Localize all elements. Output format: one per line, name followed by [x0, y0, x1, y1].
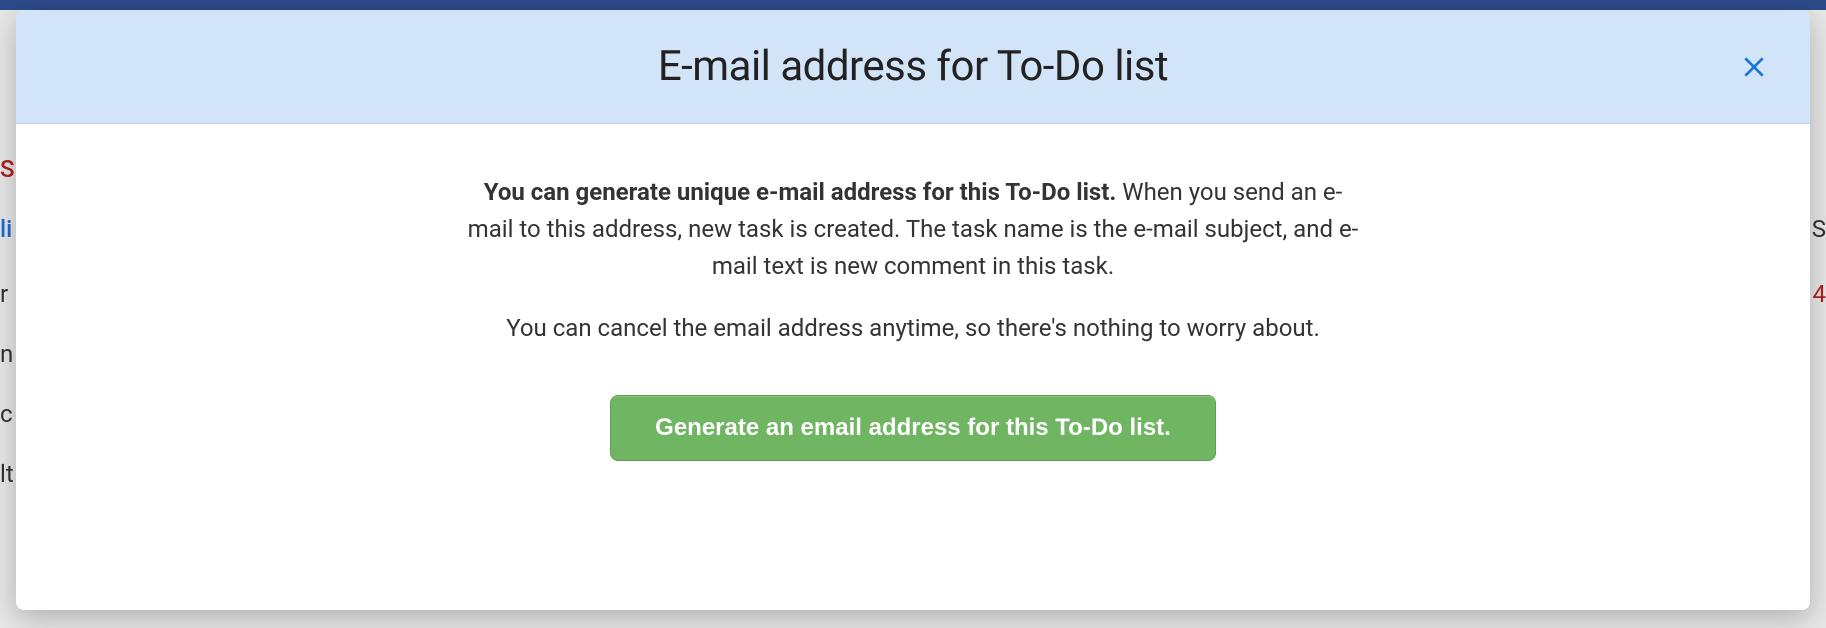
bg-fragment: lt: [0, 460, 14, 488]
bg-fragment: r: [0, 280, 8, 308]
bg-fragment: c: [0, 400, 13, 428]
bg-fragment: S: [0, 155, 15, 183]
bg-fragment: li: [0, 215, 12, 243]
modal-description-line2: You can cancel the email address anytime…: [506, 310, 1320, 347]
bg-fragment: S: [1812, 215, 1826, 243]
close-icon: [1741, 54, 1767, 80]
bg-fragment: 4: [1813, 280, 1826, 308]
modal-header: E-mail address for To-Do list: [16, 10, 1810, 124]
bg-fragment: n: [0, 340, 13, 368]
generate-email-button[interactable]: Generate an email address for this To-Do…: [610, 395, 1216, 461]
modal-title: E-mail address for To-Do list: [658, 42, 1168, 91]
modal-body: You can generate unique e-mail address f…: [16, 124, 1810, 610]
modal-description: You can generate unique e-mail address f…: [463, 174, 1363, 286]
close-button[interactable]: [1734, 47, 1774, 87]
modal-description-bold: You can generate unique e-mail address f…: [484, 178, 1117, 206]
email-address-modal: E-mail address for To-Do list You can ge…: [16, 10, 1810, 610]
